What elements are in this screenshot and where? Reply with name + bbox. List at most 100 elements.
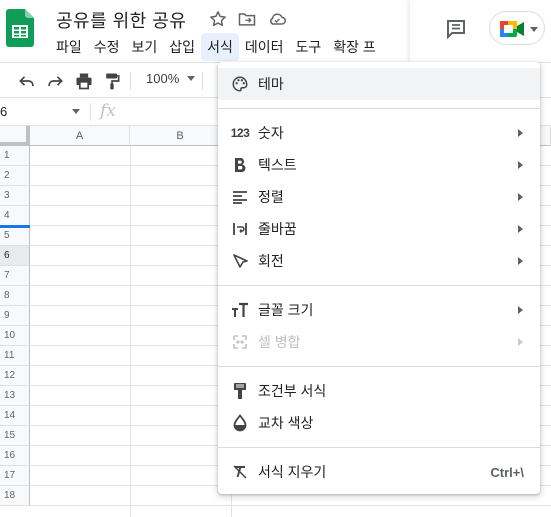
merge-icon [231,333,249,351]
menu-divider [218,108,540,109]
submenu-arrow-icon [518,193,523,201]
menu-item-alternating-colors[interactable]: 교차 색상 [218,407,540,439]
chevron-down-icon[interactable] [72,109,80,114]
chevron-down-icon [187,76,196,81]
submenu-arrow-icon [518,129,523,137]
menu-item-label: 교차 색상 [258,415,314,431]
google-sheets-window: 공유를 위한 공유 파일 수정 보기 삽입 서식 데이터 도구 확장 프 100… [0,0,551,517]
row-line [30,505,551,506]
rotate-icon [231,252,249,270]
menu-item-label: 줄바꿈 [258,221,297,237]
menu-data[interactable]: 데이터 [239,33,290,61]
row-header[interactable]: 16 [0,446,30,466]
redo-icon[interactable] [45,71,65,91]
undo-icon[interactable] [17,71,37,91]
row-header[interactable]: 6 [0,246,30,266]
bold-icon [231,156,249,174]
menu-divider [218,447,540,448]
submenu-arrow-icon [518,161,523,169]
menu-divider [218,285,540,286]
meet-button[interactable] [489,11,545,45]
menu-view[interactable]: 보기 [126,33,164,61]
row-header[interactable]: 5 [0,226,30,246]
cloud-saved-icon[interactable] [267,9,287,29]
submenu-arrow-icon [518,306,523,314]
menu-item-label: 숫자 [258,125,284,141]
menu-item-theme[interactable]: 테마 [218,68,540,100]
menu-extensions[interactable]: 확장 프 [327,33,382,61]
fx-icon: fx [100,101,116,121]
menu-item-rotate[interactable]: 회전 [218,245,540,277]
menu-item-label: 텍스트 [258,157,297,173]
row-header[interactable]: 2 [0,166,30,186]
row-header[interactable]: 13 [0,386,30,406]
print-icon[interactable] [74,71,94,91]
row-header[interactable]: 17 [0,466,30,486]
name-box[interactable]: 6 [0,104,7,119]
menu-item-merge-cells[interactable]: 셀 병합 [218,326,540,358]
menu-item-label: 서식 지우기 [258,464,327,480]
menu-file[interactable]: 파일 [50,33,88,61]
submenu-arrow-icon [518,257,523,265]
row-header[interactable]: 9 [0,306,30,326]
column-header-b[interactable]: B [130,126,231,146]
zoom-value: 100% [146,71,180,86]
row-header[interactable]: 11 [0,346,30,366]
toolbar-separator [202,72,203,90]
submenu-arrow-icon [518,338,523,346]
menu-item-align[interactable]: 정렬 [218,181,540,213]
number-icon: 123 [230,126,250,140]
palette-icon [231,75,249,93]
menu-item-label: 글꼴 크기 [258,302,314,318]
row-header[interactable]: 7 [0,266,30,286]
row-header[interactable]: 4 [0,206,30,226]
menu-item-number[interactable]: 123 숫자 [218,117,540,149]
menu-item-label: 조건부 서식 [258,383,327,399]
wrap-icon [231,220,249,238]
align-icon [231,188,249,206]
paint-format-icon[interactable] [102,71,122,91]
menu-format[interactable]: 서식 [201,32,239,61]
comment-icon[interactable] [444,17,468,41]
shortcut-label: Ctrl+\ [490,464,524,480]
menu-item-wrap[interactable]: 줄바꿈 [218,213,540,245]
menu-item-label: 회전 [258,253,284,269]
menu-item-clear-formatting[interactable]: 서식 지우기 Ctrl+\ [218,456,540,488]
meet-icon [500,21,524,37]
row-header[interactable]: 14 [0,406,30,426]
document-title[interactable]: 공유를 위한 공유 [56,7,186,33]
row-header[interactable]: 10 [0,326,30,346]
menu-tools[interactable]: 도구 [289,33,327,61]
row-header[interactable]: 1 [0,146,30,166]
column-line [130,146,131,517]
formula-separator [90,103,91,121]
menu-item-label: 정렬 [258,189,284,205]
menu-item-text[interactable]: 텍스트 [218,149,540,181]
submenu-arrow-icon [518,225,523,233]
row-header[interactable]: 15 [0,426,30,446]
zoom-select[interactable]: 100% [140,71,196,86]
alternating-colors-icon [231,414,249,432]
menu-item-label: 테마 [258,76,284,92]
clear-format-icon [231,463,249,481]
format-menu: 테마 123 숫자 텍스트 정렬 줄바꿈 회전 글꼴 크기 셀 병합 조건부 서… [218,62,540,494]
menu-item-conditional-format[interactable]: 조건부 서식 [218,375,540,407]
row-header[interactable]: 3 [0,186,30,206]
menu-edit[interactable]: 수정 [88,33,126,61]
menu-insert[interactable]: 삽입 [163,33,201,61]
row-header[interactable]: 12 [0,366,30,386]
row-header[interactable]: 8 [0,286,30,306]
sheets-logo-icon[interactable] [6,9,34,47]
font-size-icon [231,301,249,319]
move-to-folder-icon[interactable] [237,9,257,29]
conditional-format-icon [231,382,249,400]
chevron-down-icon [530,27,538,32]
toolbar-separator [130,72,131,90]
menu-item-label: 셀 병합 [258,334,301,350]
menu-item-font-size[interactable]: 글꼴 크기 [218,294,540,326]
row-header[interactable]: 18 [0,486,30,506]
select-all-corner[interactable] [0,126,30,146]
star-icon[interactable] [208,9,228,29]
menu-divider [218,366,540,367]
column-header-a[interactable]: A [30,126,130,146]
